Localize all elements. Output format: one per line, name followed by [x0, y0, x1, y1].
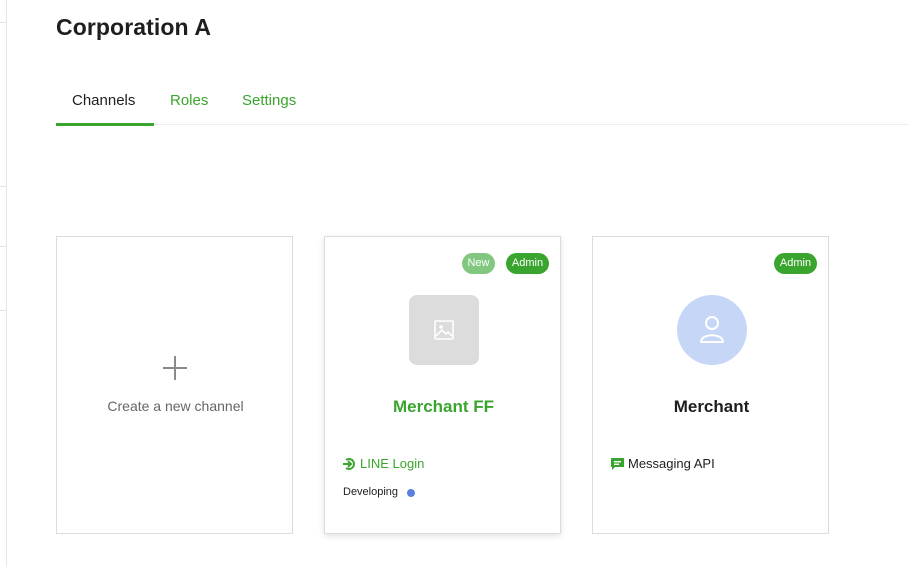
image-placeholder-icon — [434, 320, 454, 340]
line-login-icon — [343, 458, 355, 470]
channel-thumbnail — [409, 295, 479, 365]
channel-type-label: LINE Login — [360, 456, 425, 471]
tab-channels[interactable]: Channels — [72, 82, 135, 124]
tab-roles[interactable]: Roles — [170, 82, 208, 124]
create-channel-label: Create a new channel — [107, 398, 244, 414]
channel-status: Developing — [343, 486, 399, 498]
admin-badge-label: Admin — [511, 257, 544, 269]
rail-divider — [0, 22, 6, 23]
rail-divider — [0, 246, 6, 247]
admin-badge: Admin — [774, 253, 817, 274]
channel-avatar — [677, 295, 747, 365]
channel-card-merchant-ff[interactable]: New Admin Merchant FF LINE Login Develop… — [324, 236, 561, 534]
page-title: Corporation A — [56, 14, 212, 40]
status-dot-icon — [407, 489, 415, 497]
chat-bubble-icon — [611, 458, 624, 470]
channel-name: Merchant — [673, 397, 750, 416]
channel-card-merchant[interactable]: Admin Merchant Messaging API — [592, 236, 829, 534]
admin-badge-label: Admin — [779, 257, 812, 269]
left-nav-edge — [0, 0, 7, 567]
tab-settings[interactable]: Settings — [242, 82, 296, 124]
plus-icon — [163, 356, 187, 380]
rail-divider — [0, 186, 6, 187]
channel-type-label: Messaging API — [628, 456, 715, 471]
new-badge: New — [462, 253, 495, 274]
tab-roles-label: Roles — [170, 92, 209, 109]
new-badge-label: New — [467, 257, 490, 269]
admin-badge: Admin — [506, 253, 549, 274]
user-avatar-icon — [700, 316, 724, 343]
tab-bar: Channels Roles Settings — [56, 82, 909, 126]
rail-divider — [0, 310, 6, 311]
channel-name: Merchant FF — [392, 397, 495, 416]
create-channel-card[interactable]: Create a new channel — [56, 236, 293, 534]
active-tab-indicator — [56, 123, 154, 126]
tab-channels-label: Channels — [72, 92, 136, 109]
tab-settings-label: Settings — [242, 92, 297, 109]
